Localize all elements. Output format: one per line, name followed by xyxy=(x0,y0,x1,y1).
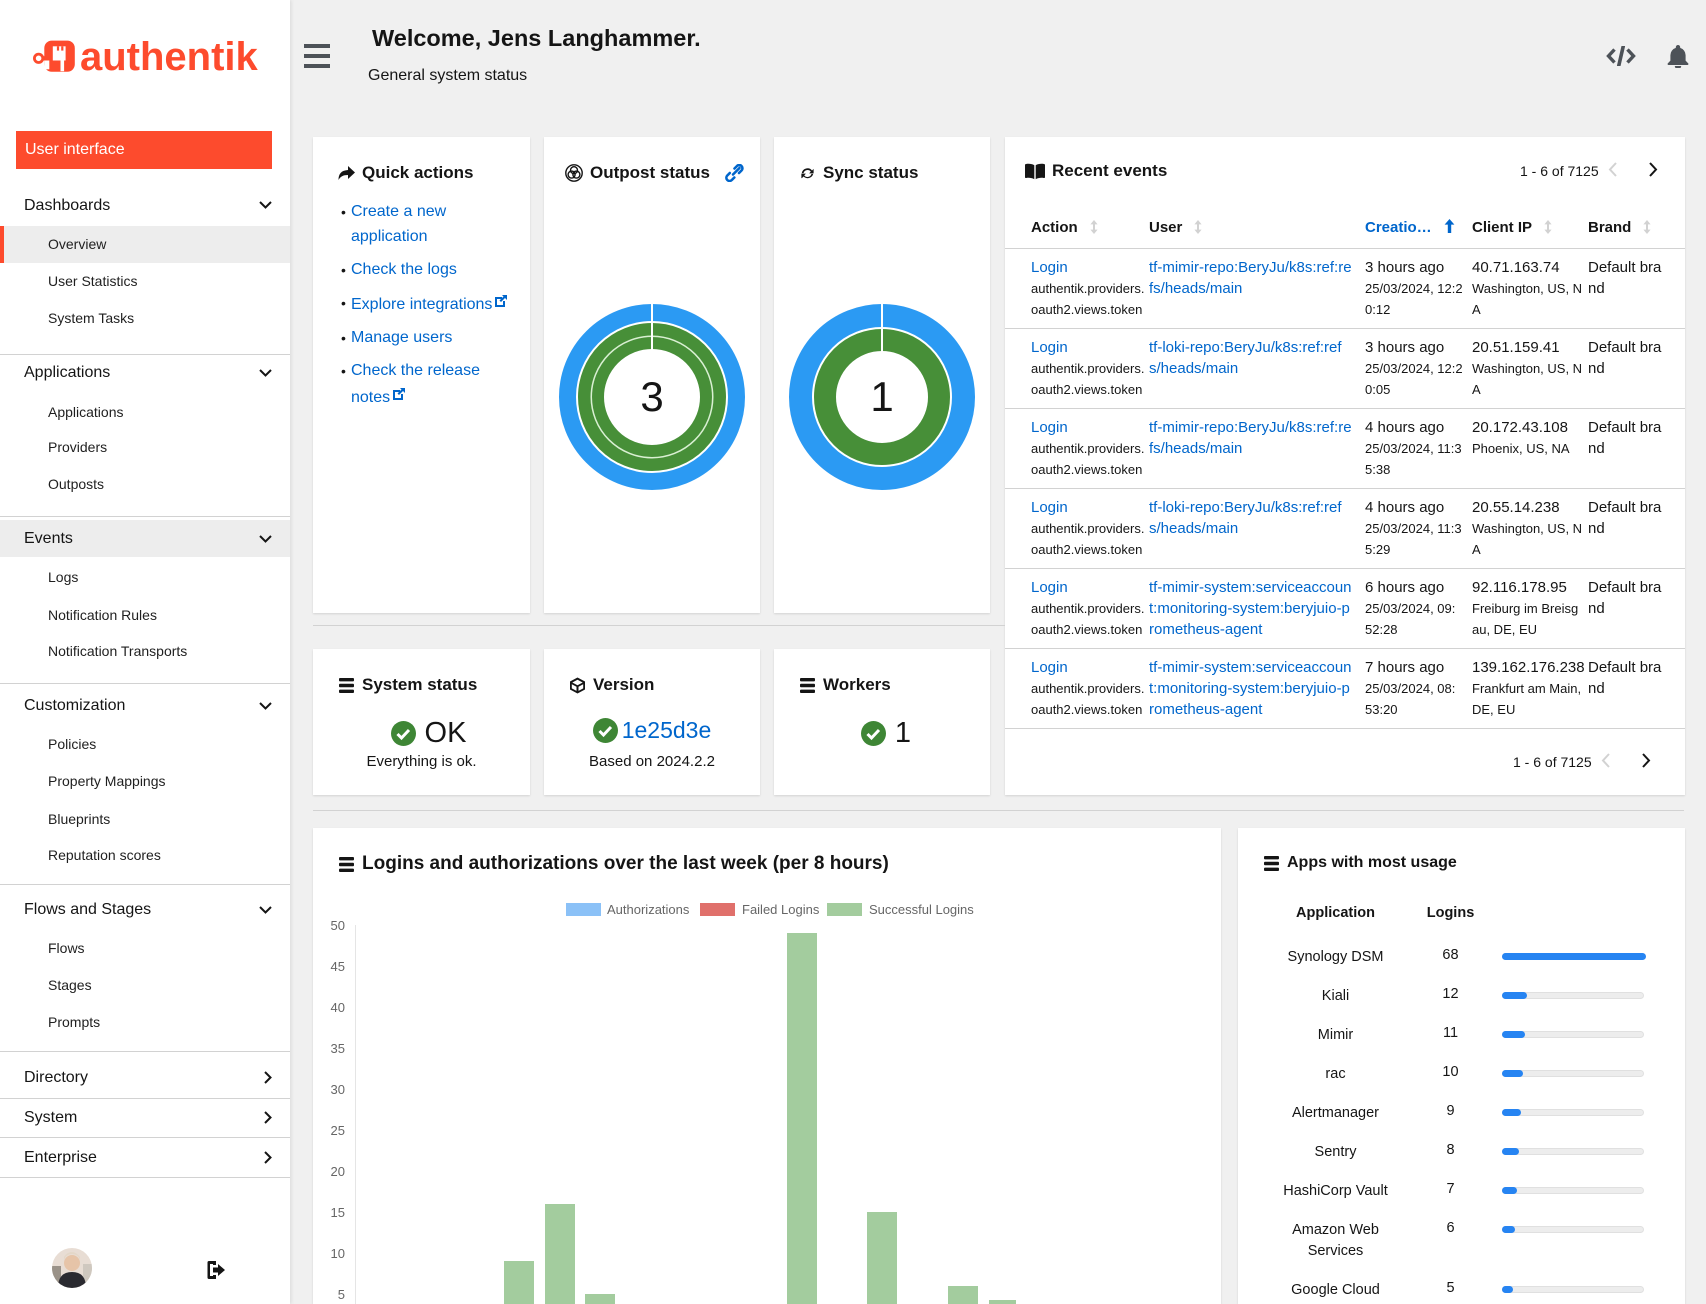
svg-text:3: 3 xyxy=(640,373,663,420)
svg-text:1: 1 xyxy=(870,373,893,420)
